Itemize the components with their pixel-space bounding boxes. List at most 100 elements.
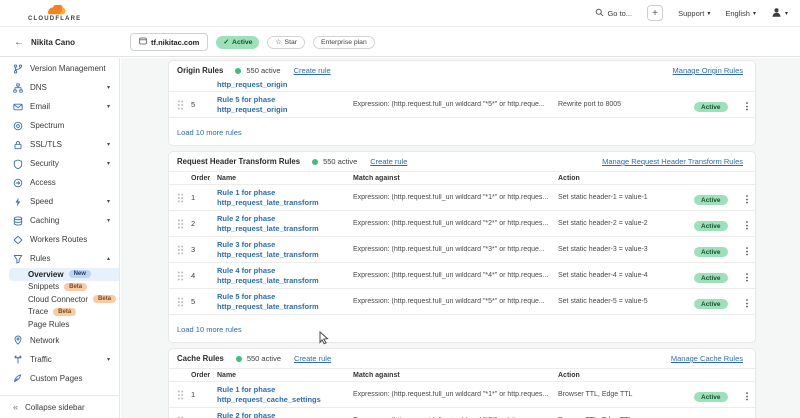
rule-name-link[interactable]: Rule 5 for phasehttp_request_late_transf… xyxy=(217,292,353,311)
sidebar-item-cloud-connector[interactable]: Cloud Connector Beta xyxy=(0,293,119,306)
sidebar-item-rules[interactable]: Rules ▴ xyxy=(0,249,119,268)
column-name: Name xyxy=(217,175,353,182)
mouse-cursor xyxy=(318,331,330,350)
chevron-down-icon: ▾ xyxy=(785,10,788,17)
drag-handle[interactable] xyxy=(177,245,191,255)
goto-search[interactable]: Go to... xyxy=(595,8,632,19)
kebab-menu-button[interactable]: ⋮ xyxy=(743,298,752,308)
rule-order: 5 xyxy=(191,100,217,109)
rule-name-link[interactable]: Rule 1 for phasehttp_request_late_transf… xyxy=(217,188,353,207)
active-badge: Active xyxy=(694,392,728,402)
sidebar-item-access[interactable]: Access xyxy=(0,173,119,192)
sidebar-item-dns[interactable]: DNS ▾ xyxy=(0,78,119,97)
active-badge: Active xyxy=(694,299,728,309)
create-rule-link[interactable]: Create rule xyxy=(294,354,331,363)
back-arrow-icon[interactable]: ← xyxy=(14,37,24,48)
kebab-menu-button[interactable]: ⋮ xyxy=(743,101,752,111)
top-bar-menu: Go to... + Support ▾ English ▾ ▾ xyxy=(595,5,788,21)
domain-selector[interactable]: tf.nikitac.com xyxy=(130,33,208,51)
drag-handle[interactable] xyxy=(177,271,191,281)
transform-rules-header: Request Header Transform Rules 550 activ… xyxy=(169,152,755,171)
sidebar-item-page-rules[interactable]: Page Rules xyxy=(0,318,119,331)
rule-match-expression: Expression: (http.request.full_uri wildc… xyxy=(353,272,558,279)
access-icon xyxy=(13,177,24,188)
cloudflare-wordmark: CLOUDFLARE xyxy=(28,16,81,22)
sidebar-item-workers-routes[interactable]: Workers Routes xyxy=(0,230,119,249)
sidebar-item-trace[interactable]: Trace Beta xyxy=(0,306,119,319)
chevron-down-icon: ▾ xyxy=(753,10,756,17)
add-button[interactable]: + xyxy=(647,5,663,21)
star-button[interactable]: ☆ Star xyxy=(267,36,305,49)
sidebar-item-ssl-tls[interactable]: SSL/TLS ▾ xyxy=(0,135,119,154)
drag-handle[interactable] xyxy=(177,390,191,400)
search-icon xyxy=(595,8,604,19)
language-menu[interactable]: English ▾ xyxy=(725,9,756,18)
drag-handle[interactable] xyxy=(177,193,191,203)
collapse-sidebar-icon: « xyxy=(13,402,18,412)
create-rule-link[interactable]: Create rule xyxy=(294,66,331,75)
sidebar-item-custom-pages[interactable]: Custom Pages xyxy=(0,369,119,388)
sidebar-item-security[interactable]: Security ▾ xyxy=(0,154,119,173)
sidebar-item-caching[interactable]: Caching ▾ xyxy=(0,211,119,230)
rule-name-link[interactable]: Rule 3 for phasehttp_request_late_transf… xyxy=(217,240,353,259)
kebab-menu-button[interactable]: ⋮ xyxy=(743,272,752,282)
kebab-menu-button[interactable]: ⋮ xyxy=(743,391,752,401)
section-title: Request Header Transform Rules xyxy=(177,157,300,166)
rule-name-link[interactable]: Rule 4 for phasehttp_request_late_transf… xyxy=(217,266,353,285)
rule-name-link[interactable]: Rule 5 for phasehttp_request_origin xyxy=(217,95,353,114)
cache-rules-section: Cache Rules 550 active Create rule Manag… xyxy=(168,348,756,418)
account-menu[interactable]: ▾ xyxy=(771,7,788,20)
sidebar-item-email[interactable]: Email ▾ xyxy=(0,97,119,116)
active-count: 550 active xyxy=(246,66,280,75)
rule-match-expression: Expression: (http.request.full_uri wildc… xyxy=(353,194,558,201)
caching-icon xyxy=(13,215,24,226)
rule-name-link[interactable]: Rule 2 for phasehttp_request_cache_setti… xyxy=(217,411,353,418)
load-more-link[interactable]: Load 10 more rules xyxy=(177,325,242,334)
rule-order: 1 xyxy=(191,390,217,399)
sidebar-item-snippets[interactable]: Snippets Beta xyxy=(0,281,119,294)
sidebar-item-speed[interactable]: Speed ▾ xyxy=(0,192,119,211)
rule-order: 4 xyxy=(191,271,217,280)
manage-origin-rules-link[interactable]: Manage Origin Rules xyxy=(673,66,743,75)
support-menu[interactable]: Support ▾ xyxy=(678,9,710,18)
kebab-menu-button[interactable]: ⋮ xyxy=(743,246,752,256)
plan-badge: Enterprise plan xyxy=(313,36,375,49)
status-dot xyxy=(312,159,318,165)
create-rule-link[interactable]: Create rule xyxy=(370,157,407,166)
site-icon xyxy=(139,37,147,47)
column-order: Order xyxy=(191,175,217,182)
sidebar-item-spectrum[interactable]: Spectrum xyxy=(0,116,119,135)
drag-handle[interactable] xyxy=(177,100,191,110)
nav-badge: New xyxy=(69,270,91,278)
load-more-link[interactable]: Load 10 more rules xyxy=(177,128,242,137)
rule-order: 1 xyxy=(191,193,217,202)
chevron-icon: ▾ xyxy=(107,198,110,205)
rule-row: 5 Rule 5 for phasehttp_request_origin Ex… xyxy=(169,91,755,117)
kebab-menu-button[interactable]: ⋮ xyxy=(743,220,752,230)
collapse-sidebar-button[interactable]: « Collapse sidebar xyxy=(0,395,119,418)
chevron-icon: ▾ xyxy=(107,103,110,110)
rule-name-link[interactable]: Rule 2 for phasehttp_request_late_transf… xyxy=(217,214,353,233)
manage-cache-rules-link[interactable]: Manage Cache Rules xyxy=(671,354,743,363)
chevron-icon: ▾ xyxy=(107,84,110,91)
active-count: 550 active xyxy=(323,157,357,166)
cloudflare-logo[interactable]: CLOUDFLARE xyxy=(28,5,81,22)
rule-name-link[interactable]: Rule 1 for phasehttp_request_cache_setti… xyxy=(217,385,353,404)
star-icon: ☆ xyxy=(275,38,281,46)
rule-row: 2 Rule 2 for phasehttp_request_cache_set… xyxy=(169,407,755,418)
sidebar-item-traffic[interactable]: Traffic ▾ xyxy=(0,350,119,369)
active-badge: Active xyxy=(694,195,728,205)
sidebar-item-version-management[interactable]: Version Management xyxy=(0,59,119,78)
drag-handle[interactable] xyxy=(177,297,191,307)
branch-icon xyxy=(13,63,24,74)
drag-handle[interactable] xyxy=(177,219,191,229)
manage-transform-rules-link[interactable]: Manage Request Header Transform Rules xyxy=(602,157,743,166)
shield-icon xyxy=(13,158,24,169)
rule-match-expression: Expression: (http.request.full_uri wildc… xyxy=(353,101,558,108)
sidebar-item-network[interactable]: Network xyxy=(0,331,119,350)
active-count: 550 active xyxy=(247,354,281,363)
chevron-icon: ▴ xyxy=(107,255,110,262)
sidebar-item-overview[interactable]: Overview New xyxy=(9,268,119,281)
kebab-menu-button[interactable]: ⋮ xyxy=(743,194,752,204)
account-header: ← Nikita Cano xyxy=(0,37,120,48)
